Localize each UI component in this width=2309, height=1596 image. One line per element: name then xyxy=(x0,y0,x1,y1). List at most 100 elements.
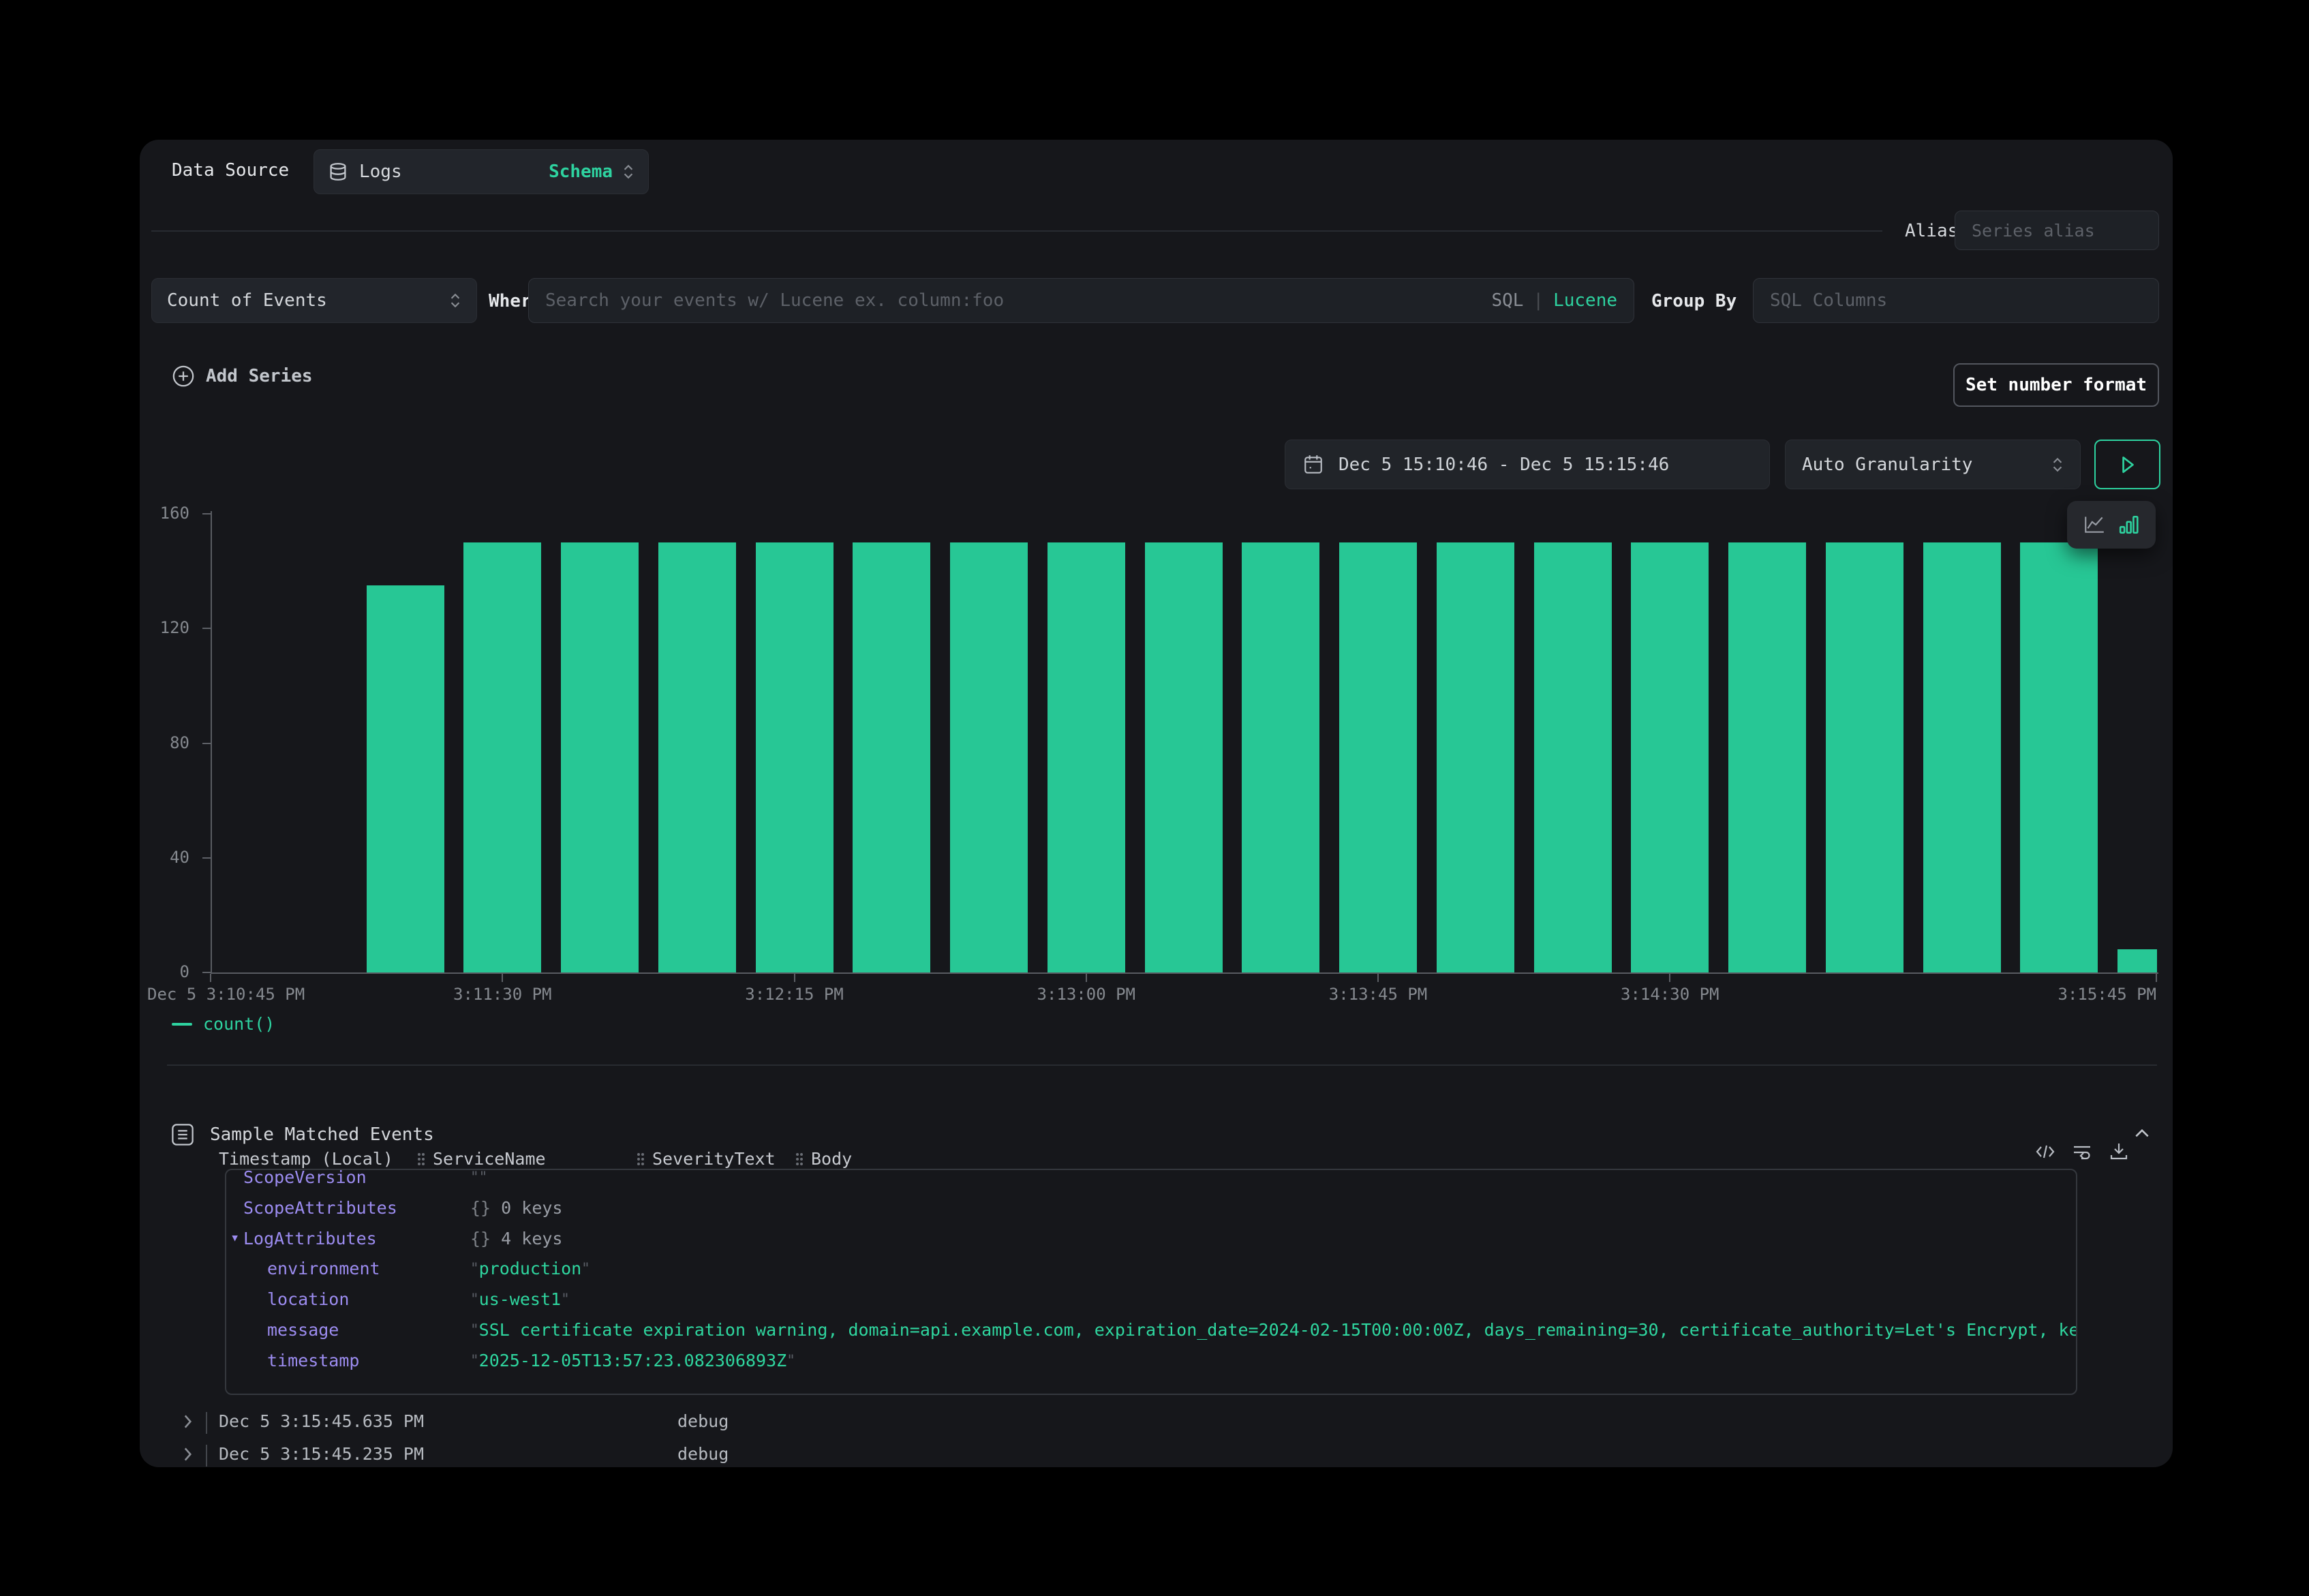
chart-bar[interactable] xyxy=(367,585,444,972)
attribute-value-text: production xyxy=(479,1259,582,1278)
drag-handle-icon[interactable] xyxy=(416,1152,426,1167)
open-quote: " xyxy=(470,1291,479,1307)
x-axis-tick xyxy=(1377,974,1379,982)
events-toolbar xyxy=(2034,1141,2130,1162)
braces-icon: {} xyxy=(470,1198,491,1218)
chart-bar[interactable] xyxy=(658,542,736,972)
attribute-key: LogAttributes xyxy=(243,1229,377,1248)
attribute-value: "us-west1" xyxy=(470,1289,570,1309)
x-axis-tick-label: 3:11:30 PM xyxy=(453,985,552,1004)
chart-bar[interactable] xyxy=(853,542,930,972)
chart-bar[interactable] xyxy=(756,542,834,972)
chevron-right-icon xyxy=(181,1413,194,1430)
x-axis-tick xyxy=(794,974,795,982)
chart-bar[interactable] xyxy=(1534,542,1612,972)
chart-type-toggle xyxy=(2067,501,2156,549)
expanded-attribute-row[interactable]: environment"production" xyxy=(226,1255,2076,1285)
x-axis-tick xyxy=(1669,974,1670,982)
expanded-attribute-row[interactable]: ▾LogAttributes{} 4 keys xyxy=(226,1225,2076,1255)
expanded-event-panel: ScopeVersion""ScopeAttributes{} 0 keys▾L… xyxy=(225,1169,2077,1395)
chart-bar[interactable] xyxy=(950,542,1028,972)
close-quote: " xyxy=(561,1291,570,1307)
x-axis-tick-label: Dec 5 3:10:45 PM xyxy=(147,985,305,1004)
sample-events-header: Sample Matched Events xyxy=(170,1122,434,1147)
close-quote: " xyxy=(479,1169,488,1185)
x-axis-tick-label: 3:15:45 PM xyxy=(2058,985,2157,1004)
divider xyxy=(167,1064,2157,1066)
chart-bar[interactable] xyxy=(1242,542,1319,972)
chart-bar[interactable] xyxy=(1048,542,1125,972)
chart-bar[interactable] xyxy=(2117,949,2157,972)
column-header-body[interactable]: Body xyxy=(795,1149,852,1169)
chart-bar[interactable] xyxy=(1923,542,2001,972)
open-quote: " xyxy=(470,1169,479,1185)
event-severity: debug xyxy=(677,1411,729,1431)
x-axis-tick xyxy=(2156,974,2157,982)
attribute-key: ScopeVersion xyxy=(243,1169,367,1187)
event-row[interactable]: Dec 5 3:15:45.635 PM debug xyxy=(140,1407,2173,1437)
query-builder-card: Data Source Logs Schema Alias Count of E… xyxy=(140,140,2173,1467)
braces-icon: {} xyxy=(470,1229,491,1248)
column-header-servicename[interactable]: ServiceName xyxy=(416,1149,546,1169)
bar-chart-icon[interactable] xyxy=(2118,515,2140,535)
y-axis-tick-label: 40 xyxy=(140,848,189,867)
chart-bar[interactable] xyxy=(463,542,541,972)
collapse-section-button[interactable] xyxy=(2133,1126,2151,1140)
attribute-value-text: 2025-12-05T13:57:23.082306893Z xyxy=(479,1351,787,1370)
y-axis-tick xyxy=(202,628,211,629)
chevron-up-icon xyxy=(2133,1126,2151,1140)
chart-bar[interactable] xyxy=(1826,542,1903,972)
x-axis-tick xyxy=(210,974,211,982)
legend-swatch xyxy=(172,1023,192,1026)
event-timestamp: Dec 5 3:15:45.635 PM xyxy=(219,1411,424,1431)
expanded-attribute-row[interactable]: ScopeAttributes {} 0 keys xyxy=(226,1194,2076,1224)
line-chart-icon[interactable] xyxy=(2083,515,2106,535)
column-header-timestamp[interactable]: Timestamp (Local) xyxy=(219,1149,393,1169)
time-series-chart[interactable]: 04080120160Dec 5 3:10:45 PM3:11:30 PM3:1… xyxy=(140,140,2173,1053)
chart-bar[interactable] xyxy=(1339,542,1417,972)
code-icon[interactable] xyxy=(2034,1141,2056,1162)
event-timestamp: Dec 5 3:15:45.235 PM xyxy=(219,1444,424,1464)
y-axis-tick xyxy=(202,513,211,515)
text-wrap-icon[interactable] xyxy=(2071,1141,2093,1162)
x-axis-tick-label: 3:14:30 PM xyxy=(1621,985,1719,1004)
y-axis-tick xyxy=(202,857,211,859)
expanded-attribute-row[interactable]: message"SSL certificate expiration warni… xyxy=(226,1316,2076,1346)
y-axis-tick-label: 160 xyxy=(140,504,189,523)
drag-handle-icon[interactable] xyxy=(636,1152,645,1167)
chart-bar[interactable] xyxy=(1631,542,1709,972)
attribute-key: location xyxy=(267,1289,349,1309)
drag-handle-icon[interactable] xyxy=(795,1152,804,1167)
chart-bar[interactable] xyxy=(1437,542,1514,972)
attribute-value: "" xyxy=(470,1169,487,1187)
expanded-attribute-row[interactable]: ScopeVersion "" xyxy=(226,1169,2076,1193)
chart-legend: count() xyxy=(172,1014,275,1034)
row-divider xyxy=(206,1412,207,1434)
x-axis-tick xyxy=(1086,974,1087,982)
y-axis-line xyxy=(211,511,212,974)
close-quote: " xyxy=(786,1352,795,1368)
key-count: 0 keys xyxy=(491,1198,562,1218)
y-axis-tick-label: 120 xyxy=(140,618,189,637)
attribute-value: {} 0 keys xyxy=(470,1198,562,1218)
open-quote: " xyxy=(470,1352,479,1368)
attribute-key: environment xyxy=(267,1259,380,1278)
download-icon[interactable] xyxy=(2108,1141,2130,1162)
chart-bar[interactable] xyxy=(1145,542,1223,972)
attribute-key: ScopeAttributes xyxy=(243,1198,397,1218)
y-axis-tick-label: 0 xyxy=(140,962,189,981)
attribute-value-text: us-west1 xyxy=(479,1289,561,1309)
list-icon xyxy=(170,1122,195,1147)
expanded-attribute-row[interactable]: timestamp"2025-12-05T13:57:23.082306893Z… xyxy=(226,1347,2076,1377)
chart-bar[interactable] xyxy=(1728,542,1806,972)
column-header-severitytext[interactable]: SeverityText xyxy=(636,1149,776,1169)
event-row[interactable]: Dec 5 3:15:45.235 PM debug xyxy=(140,1440,2173,1467)
chart-bar[interactable] xyxy=(561,542,639,972)
x-axis-tick-label: 3:13:00 PM xyxy=(1037,985,1136,1004)
attribute-value: "2025-12-05T13:57:23.082306893Z" xyxy=(470,1351,795,1370)
expanded-attribute-row[interactable]: location "us-west1" xyxy=(226,1285,2076,1315)
key-count: 4 keys xyxy=(491,1229,562,1248)
event-severity: debug xyxy=(677,1444,729,1464)
open-quote: " xyxy=(470,1321,479,1338)
chart-bar[interactable] xyxy=(2020,542,2098,972)
